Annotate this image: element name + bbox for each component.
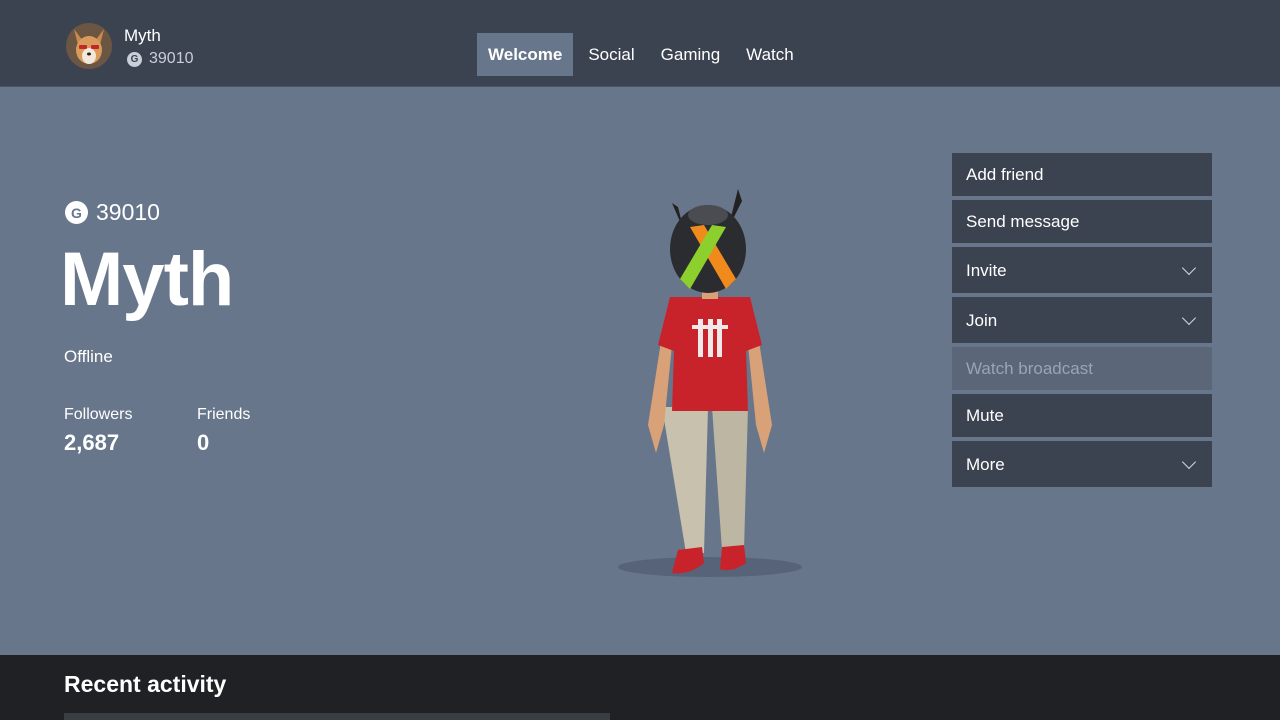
header-gamerscore: G 39010 — [127, 50, 194, 68]
recent-activity-section: Recent activity — [0, 655, 1280, 720]
add-friend-label: Add friend — [966, 165, 1044, 184]
presence-status: Offline — [64, 347, 113, 366]
action-menu: Add friend Send message Invite Join Watc… — [952, 153, 1212, 491]
friends-count: 0 — [197, 430, 210, 455]
tab-watch[interactable]: Watch — [735, 33, 805, 76]
mute-button[interactable]: Mute — [952, 394, 1212, 437]
profile-gamerscore: G 39010 — [65, 199, 160, 226]
tab-bar: Welcome Social Gaming Watch — [477, 33, 809, 76]
avatar[interactable] — [66, 23, 112, 69]
more-button[interactable]: More — [952, 441, 1212, 487]
recent-activity-title: Recent activity — [64, 671, 227, 697]
tab-gaming[interactable]: Gaming — [650, 33, 732, 76]
friends-stat[interactable]: Friends 0 — [197, 406, 250, 456]
avatar-figure-icon — [618, 189, 802, 577]
send-message-button[interactable]: Send message — [952, 200, 1212, 243]
join-label: Join — [966, 310, 998, 330]
more-label: More — [966, 454, 1005, 474]
tab-welcome[interactable]: Welcome — [477, 33, 574, 76]
send-message-label: Send message — [966, 212, 1080, 231]
profile-gamertag: Myth — [60, 237, 234, 322]
tab-social[interactable]: Social — [577, 33, 645, 76]
fox-avatar-icon — [66, 23, 112, 69]
top-bar: Myth G 39010 Welcome Social Gaming Watch — [0, 0, 1280, 87]
chevron-down-icon — [1181, 454, 1197, 470]
chevron-down-icon — [1181, 310, 1197, 326]
invite-button[interactable]: Invite — [952, 247, 1212, 293]
recent-activity-item[interactable] — [64, 713, 610, 720]
header-gamertag: Myth — [124, 26, 161, 45]
avatar-figure — [600, 185, 820, 585]
gamerscore-icon: G — [127, 51, 142, 67]
invite-label: Invite — [966, 260, 1007, 280]
followers-stat[interactable]: Followers 2,687 — [64, 406, 132, 456]
watch-broadcast-label: Watch broadcast — [966, 359, 1093, 378]
friends-label: Friends — [197, 406, 251, 423]
watch-broadcast-button[interactable]: Watch broadcast — [952, 347, 1212, 390]
followers-count: 2,687 — [64, 430, 120, 455]
gamerscore-icon: G — [65, 201, 88, 224]
followers-label: Followers — [64, 406, 133, 423]
chevron-down-icon — [1181, 260, 1197, 276]
profile-gamerscore-value: 39010 — [96, 199, 160, 225]
add-friend-button[interactable]: Add friend — [952, 153, 1212, 196]
join-button[interactable]: Join — [952, 297, 1212, 343]
header-gamerscore-value: 39010 — [149, 50, 194, 67]
mute-label: Mute — [966, 406, 1004, 425]
